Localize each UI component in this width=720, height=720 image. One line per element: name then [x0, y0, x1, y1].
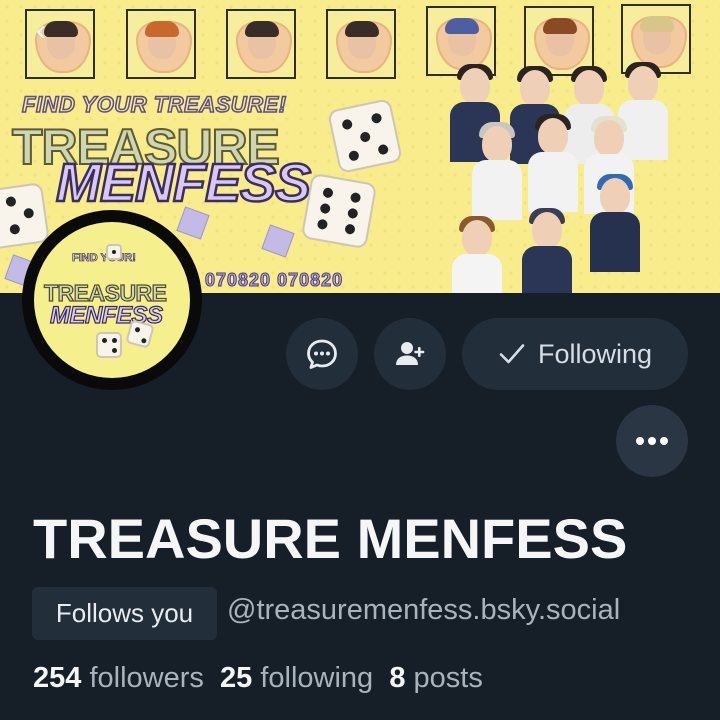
person-plus-icon: [396, 342, 425, 365]
member-photo-frame: [126, 9, 196, 79]
dice-graphic: [300, 172, 378, 250]
add-user-button[interactable]: [374, 318, 446, 390]
posts-stat: 8 posts: [389, 662, 483, 694]
dice-graphic: [327, 98, 403, 174]
profile-display-name: TREASURE MENFESS: [33, 507, 628, 570]
following-label: following: [260, 662, 374, 694]
message-button[interactable]: [286, 318, 358, 390]
banner-date-strip: 070820 070820: [204, 270, 344, 291]
checkmark-icon: [499, 344, 525, 364]
ellipsis-icon: [636, 437, 668, 445]
member-photo-frame: [226, 9, 296, 79]
banner-tagline: FIND YOUR TREASURE!: [21, 91, 287, 118]
dice-graphic: [106, 244, 122, 260]
followers-label: followers: [89, 662, 204, 694]
avatar-small-text: FIND YOUR!: [72, 252, 137, 265]
dice-graphic: [0, 182, 50, 250]
followers-link[interactable]: 254 followers: [33, 662, 204, 694]
profile-stats: 254 followers 25 following 8 posts: [33, 662, 483, 695]
member-photo-frame: [326, 9, 396, 79]
follows-you-badge: Follows you: [32, 587, 217, 640]
back-arrow-icon[interactable]: ‹: [24, 14, 58, 48]
followers-count: 254: [33, 662, 82, 694]
more-options-button[interactable]: [616, 405, 688, 477]
following-button[interactable]: Following: [462, 318, 688, 390]
banner-title-line2: MENFESS: [55, 152, 313, 215]
dice-graphic: [125, 319, 155, 349]
avatar-image: FIND YOUR! TREASURE MENFESS: [34, 222, 190, 378]
posts-count: 8: [389, 662, 406, 694]
following-button-label: Following: [537, 338, 653, 369]
following-count: 25: [220, 662, 253, 694]
profile-handle: @treasuremenfess.bsky.social: [227, 594, 621, 626]
following-link[interactable]: 25 following: [220, 662, 373, 694]
dice-graphic: [96, 332, 122, 358]
posts-label: posts: [413, 662, 483, 694]
group-photo: [432, 62, 682, 293]
profile-avatar[interactable]: FIND YOUR! TREASURE MENFESS: [22, 210, 202, 390]
chat-bubble-icon: [307, 339, 337, 369]
